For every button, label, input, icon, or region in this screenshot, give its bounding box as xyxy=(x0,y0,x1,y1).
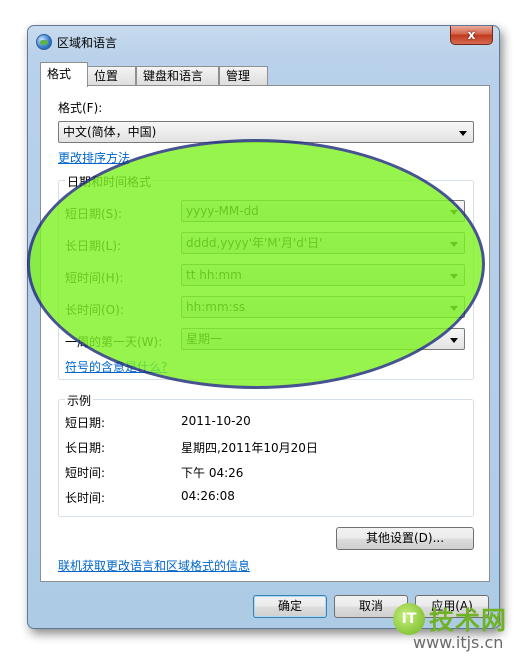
example-group: 示例 xyxy=(58,392,474,517)
example-short-date-label: 短日期: xyxy=(65,416,106,430)
tab-keyboards-languages[interactable]: 键盘和语言 xyxy=(136,66,219,86)
chevron-down-icon xyxy=(459,131,467,136)
site-watermark: IT 技术网 www.itjs.cn xyxy=(393,601,523,652)
long-date-label: 长日期(L): xyxy=(65,239,122,253)
site-logo-icon: IT xyxy=(393,603,425,635)
example-long-time-label: 长时间: xyxy=(65,491,106,505)
short-date-select[interactable]: yyyy-MM-dd xyxy=(181,200,465,222)
example-short-time-label: 短时间: xyxy=(65,466,106,480)
example-long-date-value: 星期四,2011年10月20日 xyxy=(181,441,318,455)
short-date-label: 短日期(S): xyxy=(65,207,123,221)
short-date-value: yyyy-MM-dd xyxy=(186,204,259,218)
watermark-text: 技术网 xyxy=(429,606,508,635)
long-date-select[interactable]: dddd,yyyy'年'M'月'd'日' xyxy=(181,232,465,254)
tab-administrative[interactable]: 管理 xyxy=(219,66,268,86)
format-select-value: 中文(简体，中国) xyxy=(63,125,157,139)
long-time-label: 长时间(O): xyxy=(65,303,124,317)
tab-location[interactable]: 位置 xyxy=(87,66,136,86)
datetime-group-title: 日期和时间格式 xyxy=(65,173,154,190)
close-button[interactable]: x xyxy=(450,26,493,45)
change-sort-link[interactable]: 更改排序方法 xyxy=(58,149,130,166)
long-time-value: hh:mm:ss xyxy=(186,300,246,314)
format-label: 格式(F): xyxy=(58,101,103,115)
symbols-help-link[interactable]: 符号的含意是什么? xyxy=(65,358,167,375)
chevron-down-icon xyxy=(450,242,458,247)
chevron-down-icon xyxy=(450,306,458,311)
format-select[interactable]: 中文(简体，中国) xyxy=(58,121,474,143)
short-time-select[interactable]: tt hh:mm xyxy=(181,264,465,286)
globe-icon xyxy=(36,34,52,50)
tab-formats[interactable]: 格式 xyxy=(40,62,88,87)
watermark-url: www.itjs.cn xyxy=(413,633,504,652)
example-short-time-value: 下午 04:26 xyxy=(181,466,244,480)
other-settings-button[interactable]: 其他设置(D)... xyxy=(336,527,474,550)
formats-panel: 格式(F): 中文(简体，中国) 更改排序方法 日期和时间格式 短日期(S): … xyxy=(40,85,490,582)
first-day-label: 一周的第一天(W): xyxy=(65,335,163,349)
title-bar[interactable]: 区域和语言 x xyxy=(28,26,499,56)
first-day-value: 星期一 xyxy=(186,332,223,346)
example-long-time-value: 04:26:08 xyxy=(181,489,235,503)
region-language-dialog: 区域和语言 x 位置 键盘和语言 管理 格式 格式(F): 中文(简体，中国) … xyxy=(27,25,500,629)
window-title: 区域和语言 xyxy=(57,36,118,50)
example-long-date-label: 长日期: xyxy=(65,441,106,455)
online-info-link[interactable]: 联机获取更改语言和区域格式的信息 xyxy=(58,557,250,574)
long-date-value: dddd,yyyy'年'M'月'd'日' xyxy=(186,236,323,250)
chevron-down-icon xyxy=(450,274,458,279)
short-time-value: tt hh:mm xyxy=(186,268,242,282)
first-day-select[interactable]: 星期一 xyxy=(181,328,465,350)
example-group-title: 示例 xyxy=(65,392,94,409)
chevron-down-icon xyxy=(450,210,458,215)
ok-button[interactable]: 确定 xyxy=(253,595,327,618)
example-short-date-value: 2011-10-20 xyxy=(181,414,251,428)
chevron-down-icon xyxy=(450,338,458,343)
short-time-label: 短时间(H): xyxy=(65,271,124,285)
long-time-select[interactable]: hh:mm:ss xyxy=(181,296,465,318)
